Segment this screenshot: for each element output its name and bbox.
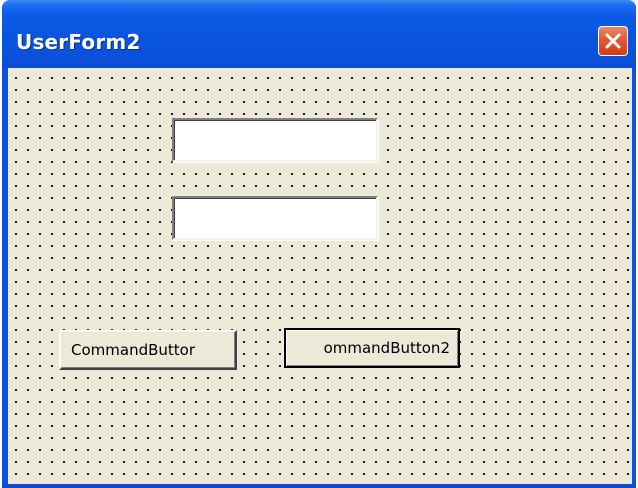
close-icon	[605, 33, 621, 49]
command-button-1-label: CommandButtor	[71, 341, 195, 359]
command-button-1[interactable]: CommandButtor	[59, 330, 237, 370]
window-bottom-border	[2, 484, 636, 488]
command-button-2-label: ommandButton2	[323, 339, 450, 357]
close-button[interactable]	[598, 26, 628, 56]
userform-window: UserForm2 CommandButtor ommandButton2	[2, 0, 636, 488]
form-design-surface[interactable]: CommandButtor ommandButton2	[8, 68, 632, 484]
textbox-1[interactable]	[172, 118, 378, 162]
textbox-2[interactable]	[172, 196, 378, 240]
title-bar[interactable]: UserForm2	[2, 0, 636, 68]
window-title: UserForm2	[16, 30, 141, 54]
command-button-2[interactable]: ommandButton2	[284, 328, 460, 368]
